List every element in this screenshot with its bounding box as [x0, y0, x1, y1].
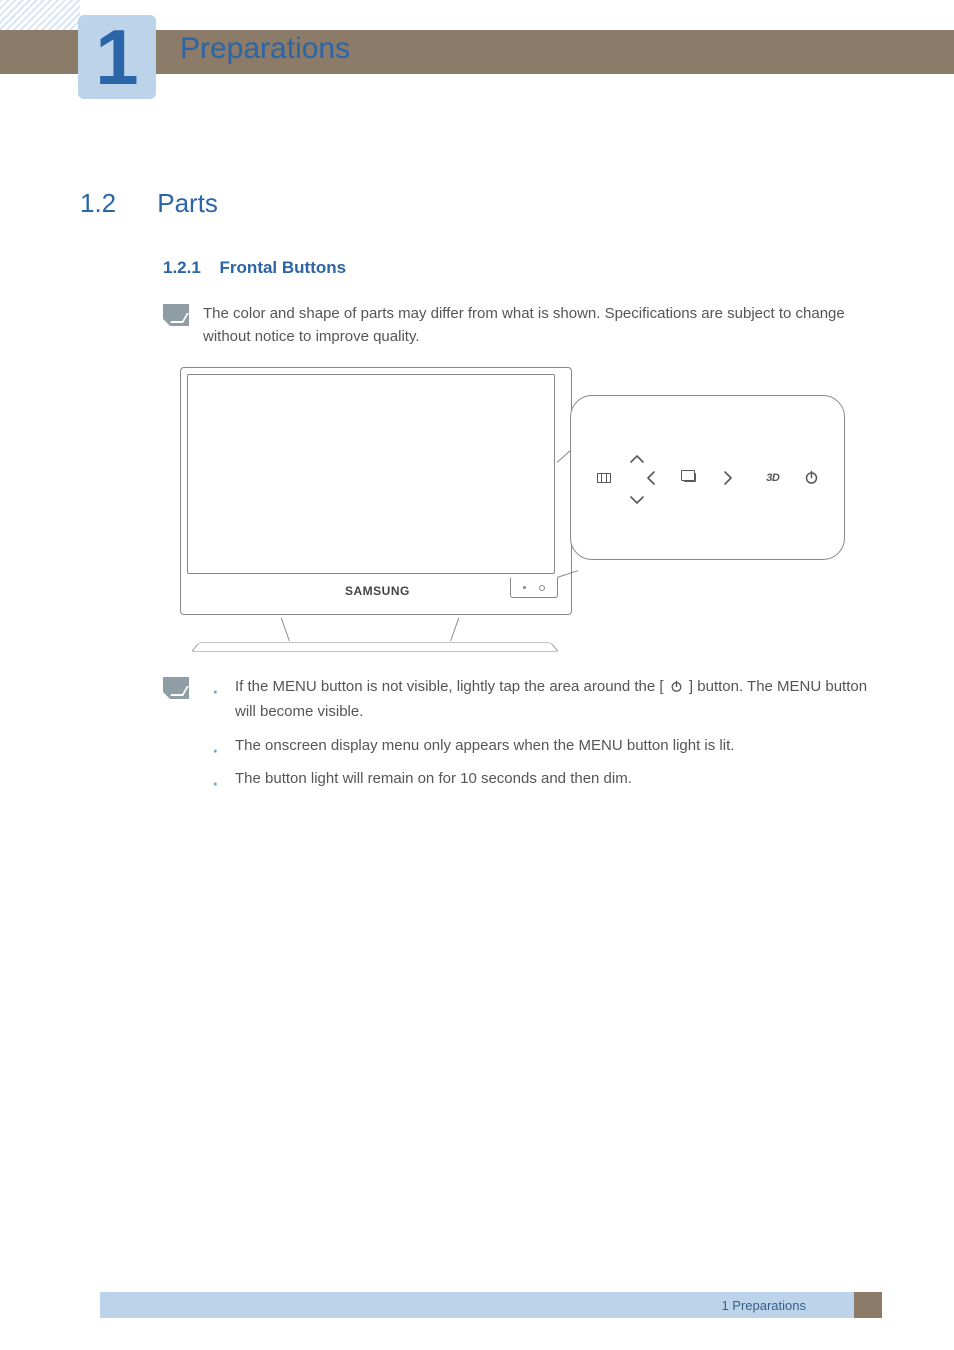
- note-icon: [163, 677, 189, 699]
- sensor-area: [510, 578, 558, 598]
- power-icon: [670, 677, 683, 700]
- chapter-number: 1: [95, 18, 138, 96]
- intro-note-block: The color and shape of parts may differ …: [163, 302, 874, 349]
- button-callout: 3D: [570, 395, 845, 560]
- list-item: The button light will remain on for 10 s…: [203, 767, 874, 790]
- footer-tab: [854, 1292, 882, 1318]
- section-heading: 1.2 Parts: [80, 188, 218, 219]
- chapter-title: Preparations: [180, 32, 350, 66]
- three-d-icon: 3D: [761, 472, 785, 484]
- section-title: Parts: [157, 188, 218, 218]
- bullet-list: If the MENU button is not visible, light…: [203, 675, 874, 800]
- button-icon-row: 3D: [571, 448, 844, 508]
- footer-bar: 1 Preparations: [100, 1292, 854, 1318]
- chapter-badge: 1: [78, 15, 156, 99]
- power-icon: [799, 470, 823, 485]
- down-arrow-icon: [630, 490, 644, 508]
- subsection-title: Frontal Buttons: [220, 258, 347, 277]
- up-arrow-icon: [630, 448, 644, 466]
- footer-text: 1 Preparations: [721, 1298, 806, 1313]
- source-enter-icon: [678, 473, 702, 482]
- indicator-dot: [523, 586, 526, 589]
- subsection-heading: 1.2.1 Frontal Buttons: [163, 258, 346, 278]
- section-number: 1.2: [80, 188, 150, 219]
- list-item: The onscreen display menu only appears w…: [203, 734, 874, 757]
- indicator-circle: [539, 585, 545, 591]
- samsung-logo: SAMSUNG: [345, 584, 410, 598]
- monitor-screen: [187, 374, 555, 574]
- monitor-stand-base: [191, 643, 559, 652]
- note-icon: [163, 304, 189, 326]
- subsection-number: 1.2.1: [163, 258, 201, 278]
- bullet-note-block: If the MENU button is not visible, light…: [163, 675, 874, 800]
- bullet-text-part-a: If the MENU button is not visible, light…: [235, 678, 664, 695]
- left-arrow-icon: [639, 471, 663, 485]
- right-arrow-icon: [716, 471, 740, 485]
- menu-button-icon: [592, 473, 616, 483]
- frontal-buttons-diagram: SAMSUNG 3D: [175, 362, 855, 662]
- list-item: If the MENU button is not visible, light…: [203, 675, 874, 724]
- intro-note-text: The color and shape of parts may differ …: [203, 302, 874, 349]
- monitor-stand-neck: [281, 618, 460, 641]
